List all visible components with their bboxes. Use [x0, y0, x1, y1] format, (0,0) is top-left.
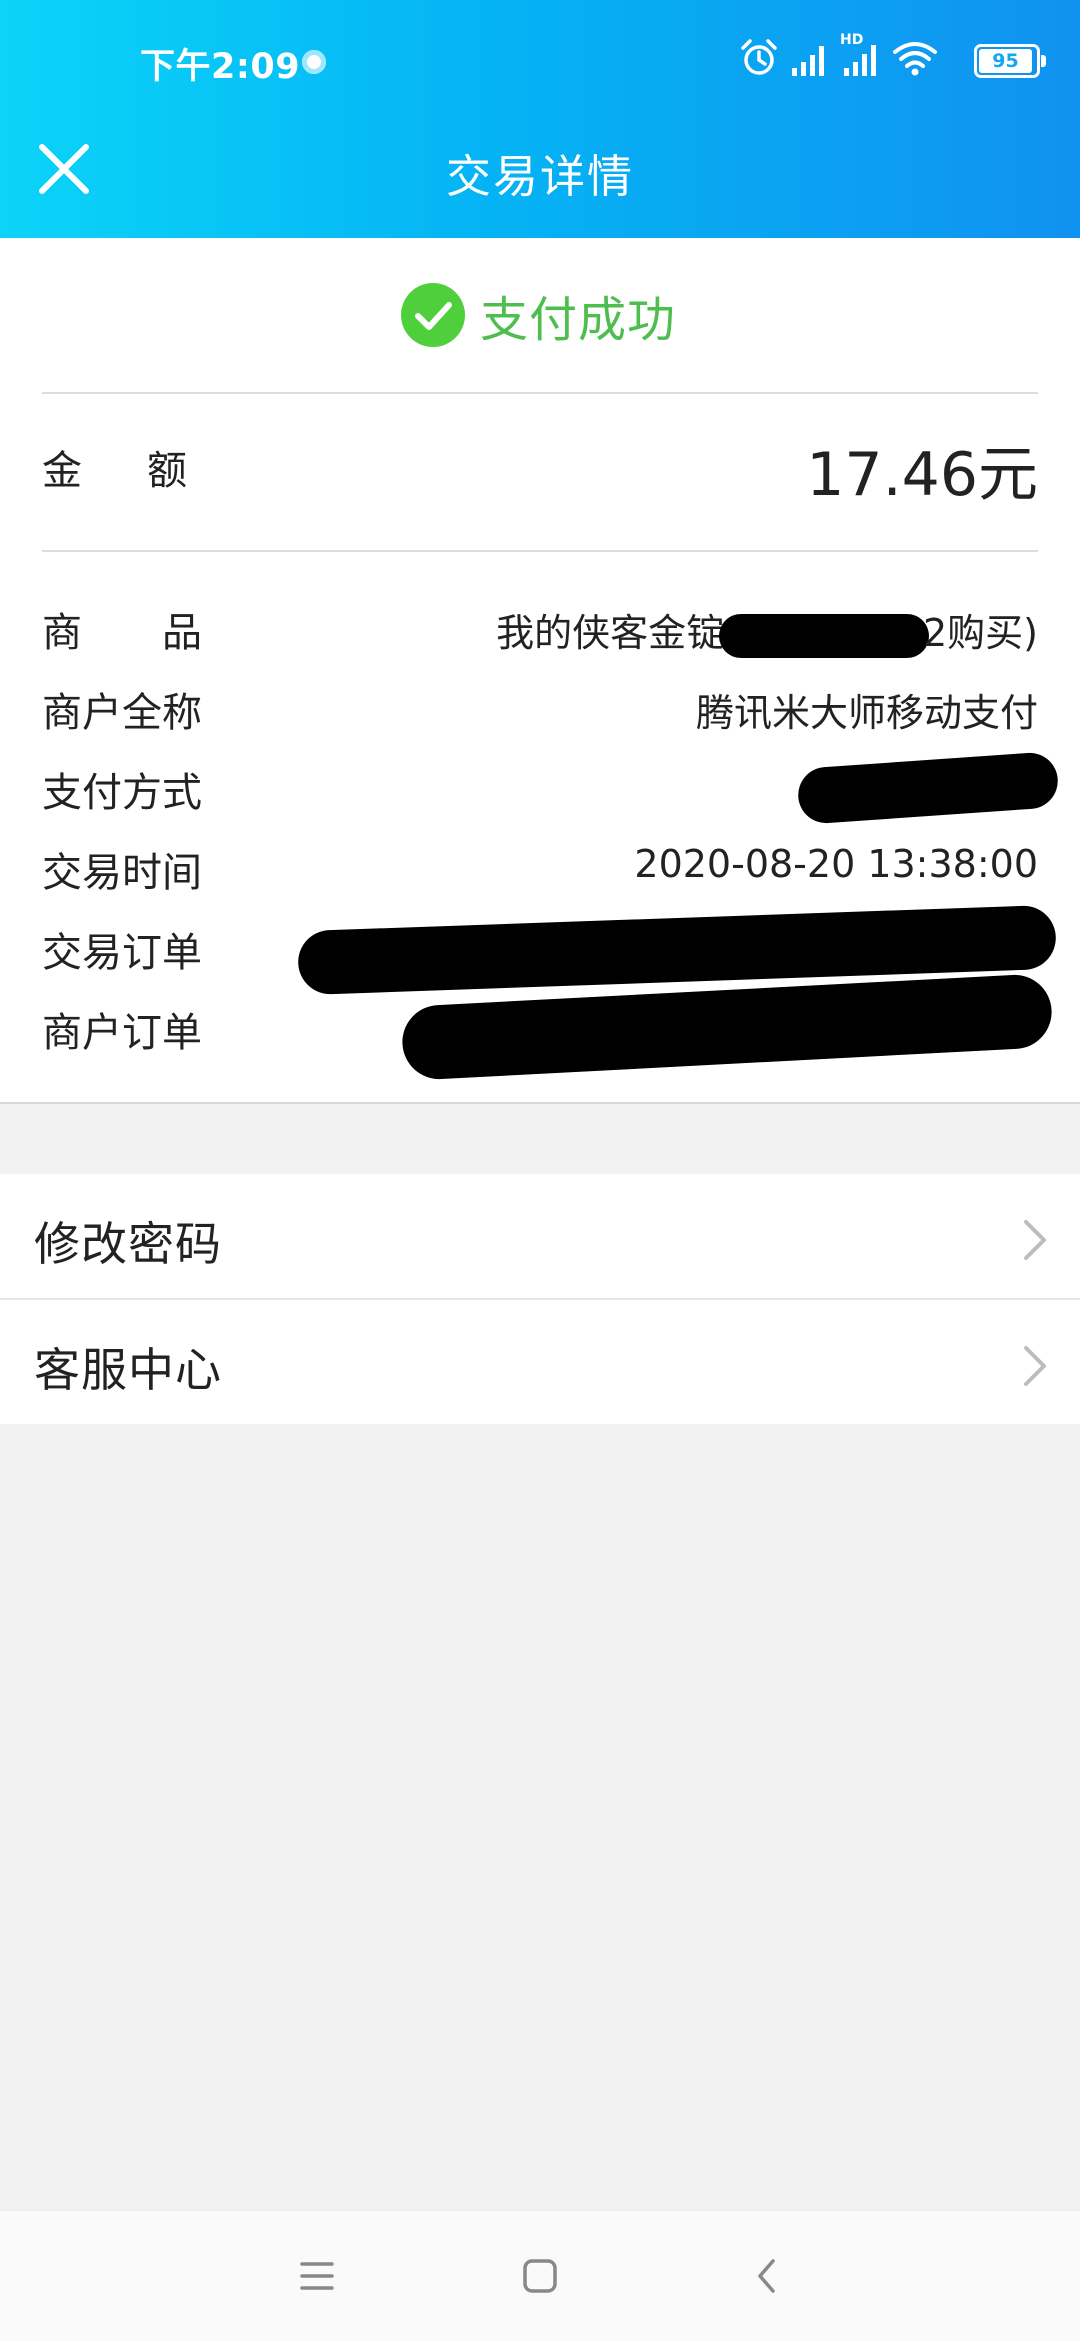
status-icons: HD 95: [740, 32, 1046, 82]
detail-label: 商户订单: [42, 1010, 202, 1056]
detail-row-product: 商品 我的侠客金锭( 2购买): [42, 590, 1038, 670]
menu-item-change-password[interactable]: 修改密码: [0, 1174, 1080, 1298]
home-icon[interactable]: [513, 2249, 567, 2303]
wifi-icon: [893, 42, 937, 76]
battery-icon: 95: [974, 44, 1046, 78]
notification-dot-icon: [302, 50, 326, 74]
detail-row-payment-method: 支付方式: [42, 750, 1060, 830]
detail-row-transaction-order: 交易订单: [42, 904, 1057, 996]
signal-icon: [792, 46, 824, 76]
menu-icon[interactable]: [290, 2249, 344, 2303]
signal-hd-icon: HD: [840, 32, 884, 82]
payment-status-text: 支付成功: [480, 292, 677, 348]
detail-label: 交易订单: [42, 930, 202, 976]
redaction-mark: [400, 973, 1054, 1081]
menu-item-label: 客服中心: [34, 1343, 222, 1397]
payment-status: 支付成功: [400, 280, 676, 350]
detail-row-transaction-time: 交易时间 2020-08-20 13:38:00: [42, 830, 1038, 910]
chevron-right-icon: [1024, 1220, 1046, 1260]
detail-label: 交易时间: [42, 850, 202, 896]
detail-value: 我的侠客金锭( 2购买): [496, 602, 1038, 658]
chevron-right-icon: [1024, 1346, 1046, 1386]
redaction-mark: [796, 750, 1060, 826]
menu-item-customer-service[interactable]: 客服中心: [0, 1298, 1080, 1424]
transaction-card: 支付成功 金额 17.46元 商品 我的侠客金锭( 2购买) 商户全称 腾讯米大师…: [0, 238, 1080, 1104]
detail-label: 商品: [42, 610, 282, 656]
system-nav-bar: [0, 2210, 1080, 2341]
detail-label: 支付方式: [42, 770, 202, 816]
menu-item-label: 修改密码: [34, 1217, 222, 1271]
detail-row-merchant: 商户全称 腾讯米大师移动支付: [42, 670, 1038, 750]
detail-label: 商户全称: [42, 690, 202, 736]
redaction-mark: [718, 613, 929, 658]
alarm-icon: [741, 39, 777, 75]
product-name: 我的侠客金锭(: [496, 611, 739, 655]
header: 下午2:09 HD 95 交易详情: [0, 0, 1080, 238]
details-list: 商品 我的侠客金锭( 2购买) 商户全称 腾讯米大师移动支付 支付方式 交易时间 …: [42, 590, 1060, 1081]
check-circle-icon: [401, 283, 465, 347]
detail-row-merchant-order: 商户订单: [42, 973, 1054, 1081]
product-name-tail: 2购买): [922, 611, 1038, 655]
page-title: 交易详情: [445, 150, 634, 203]
divider: [42, 550, 1038, 552]
amount-value: 17.46元: [806, 440, 1038, 510]
status-time: 下午2:09: [140, 47, 301, 87]
divider: [42, 392, 1038, 394]
amount-label: 金额: [42, 448, 252, 494]
detail-value: 腾讯米大师移动支付: [695, 691, 1038, 735]
back-icon[interactable]: [740, 2249, 794, 2303]
battery-level: 95: [979, 49, 1032, 73]
menu-list: 修改密码 客服中心: [0, 1174, 1080, 1424]
detail-value: 2020-08-20 13:38:00: [634, 842, 1038, 886]
